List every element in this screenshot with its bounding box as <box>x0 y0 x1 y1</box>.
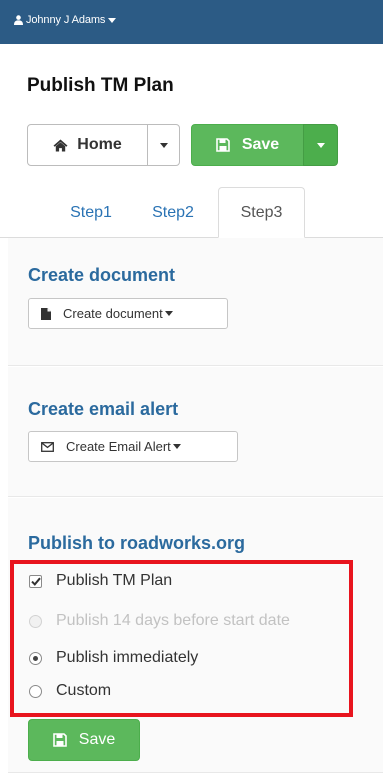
floppy-disk-icon <box>216 138 230 152</box>
home-dropdown-toggle[interactable] <box>147 124 180 166</box>
caret-down-icon <box>159 142 168 148</box>
checkbox[interactable] <box>29 574 42 588</box>
tab-step3[interactable]: Step3 <box>218 187 305 238</box>
option-custom[interactable]: Custom <box>29 682 111 700</box>
file-icon <box>41 307 51 320</box>
tab-step1[interactable]: Step1 <box>55 187 127 238</box>
option-label: Publish immediately <box>56 649 199 666</box>
radio-button <box>29 614 42 628</box>
user-name: Johnny J Adams <box>26 14 106 26</box>
home-icon <box>53 139 68 151</box>
radio-button[interactable] <box>29 651 42 665</box>
create-email-alert-title: Create email alert <box>28 399 179 419</box>
create-email-alert-button[interactable]: Create Email Alert <box>28 431 238 462</box>
tab-step2[interactable]: Step2 <box>136 187 210 238</box>
checkmark-icon <box>30 577 41 586</box>
publish-save-label: Save <box>78 731 116 748</box>
create-document-label: Create document <box>63 306 163 321</box>
home-button-label: Home <box>77 136 122 153</box>
option-publish-14-days: Publish 14 days before start date <box>29 612 290 630</box>
publish-save-button[interactable]: Save <box>28 719 140 761</box>
publish-tm-plan-label: Publish TM Plan <box>56 572 173 589</box>
page-title: Publish TM Plan <box>27 75 174 96</box>
floppy-disk-icon <box>52 733 67 747</box>
option-publish-immediately[interactable]: Publish immediately <box>29 649 198 667</box>
caret-down-icon <box>316 142 325 148</box>
top-navbar: Johnny J Adams <box>0 0 383 44</box>
envelope-icon <box>41 441 54 452</box>
radio-button[interactable] <box>29 684 42 698</box>
caret-down-icon <box>172 444 181 449</box>
option-label: Custom <box>56 682 112 699</box>
create-document-button[interactable]: Create document <box>28 298 228 329</box>
caret-down-icon <box>108 17 117 23</box>
user-menu[interactable]: Johnny J Adams <box>14 14 119 26</box>
home-button[interactable]: Home <box>27 124 148 166</box>
publish-title: Publish to roadworks.org <box>28 533 246 553</box>
save-dropdown-toggle[interactable] <box>303 124 338 166</box>
create-email-alert-label: Create Email Alert <box>66 439 171 454</box>
publish-tm-plan-checkbox[interactable]: Publish TM Plan <box>29 572 172 590</box>
save-button-label: Save <box>241 136 280 153</box>
caret-down-icon <box>164 311 173 316</box>
user-icon <box>14 15 23 25</box>
option-label: Publish 14 days before start date <box>56 612 290 629</box>
save-button[interactable]: Save <box>191 124 304 166</box>
create-document-title: Create document <box>28 265 176 285</box>
